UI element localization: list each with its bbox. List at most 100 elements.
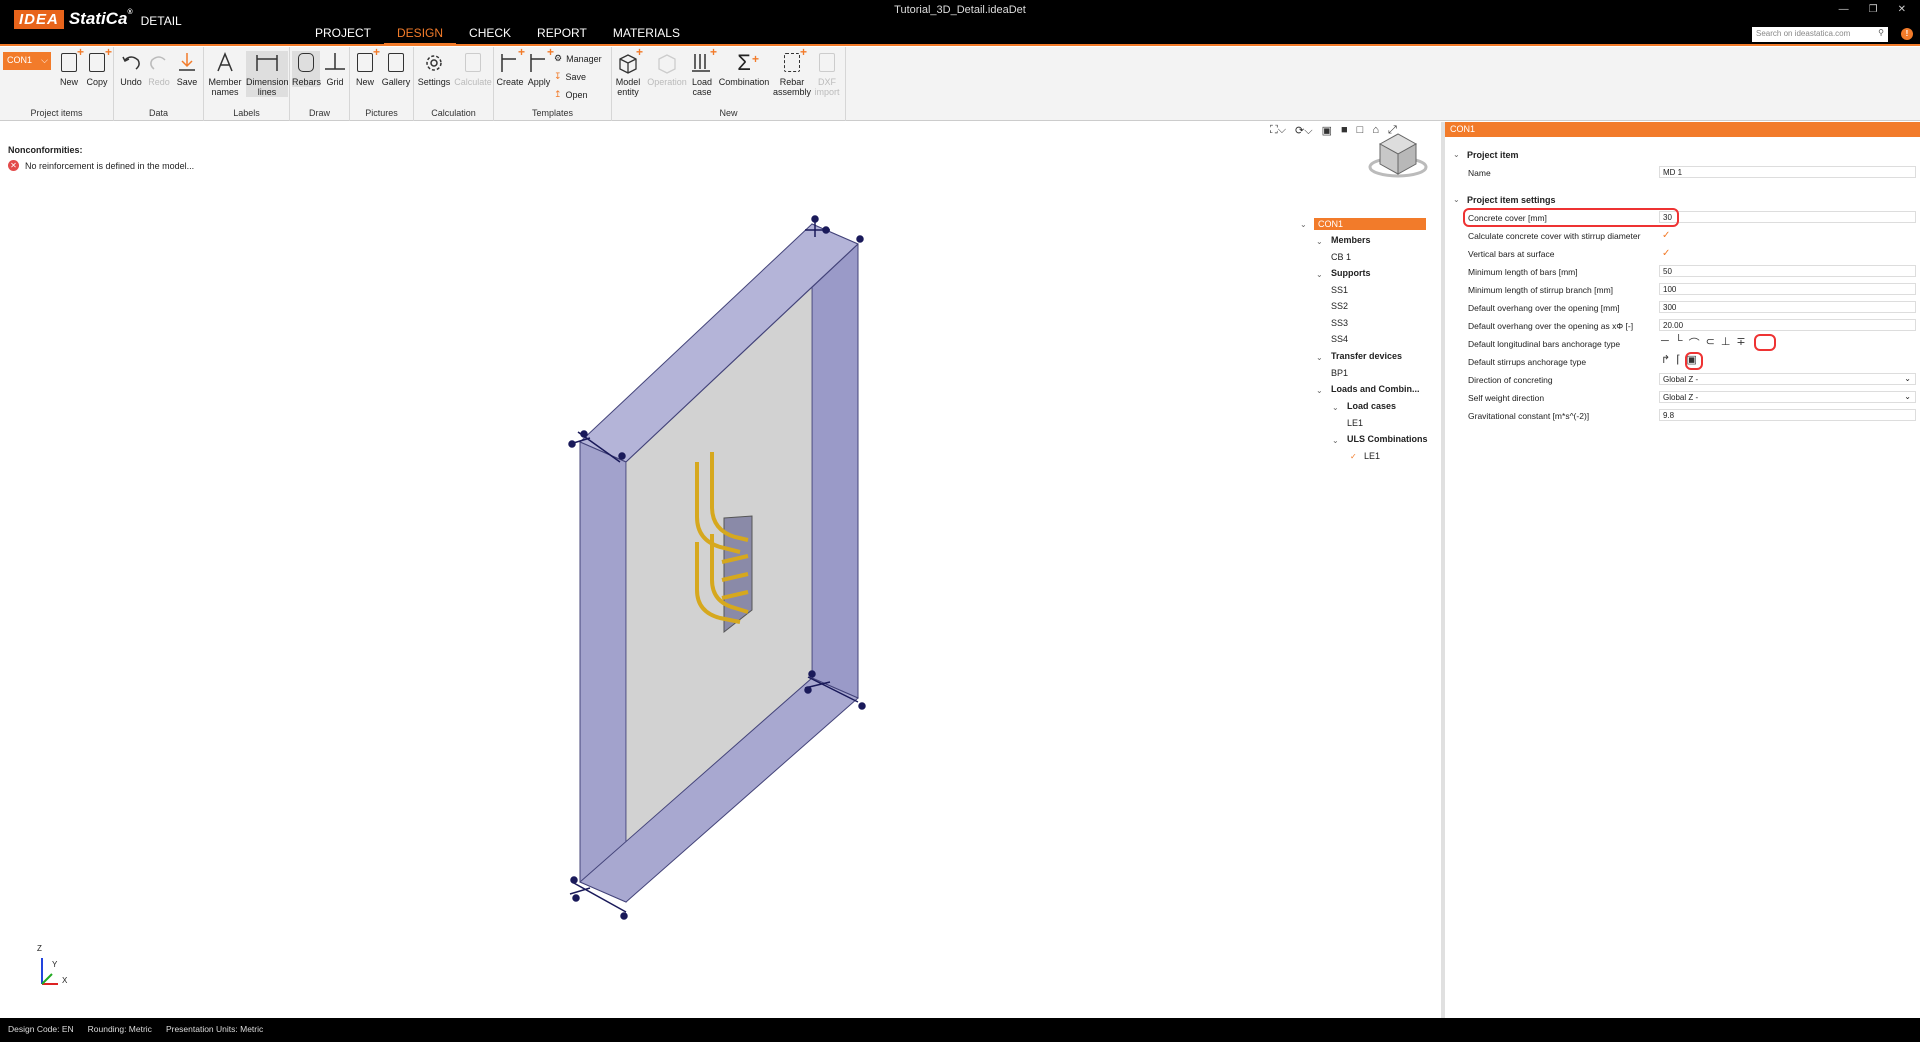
tab-report[interactable]: REPORT (524, 22, 600, 46)
3d-viewport[interactable]: Z Y X (0, 122, 1441, 1018)
load-case-button[interactable]: + Load case (688, 46, 717, 97)
operation-button[interactable]: Operation (646, 51, 688, 87)
tree-item-members[interactable]: Members (1331, 235, 1371, 245)
chevron-down-icon[interactable]: ⌄ (1316, 237, 1323, 246)
overhang-opening-field[interactable]: 300 (1659, 301, 1916, 313)
undo-button[interactable]: Undo (118, 51, 144, 87)
model-entity-button[interactable]: + Model entity (614, 46, 643, 97)
template-save-button[interactable]: ↧ Save (554, 71, 586, 82)
tree-item-ss1[interactable]: SS1 (1331, 285, 1348, 295)
tree-item-bp1[interactable]: BP1 (1331, 368, 1348, 378)
name-field[interactable]: MD 1 (1659, 166, 1916, 178)
rebars-button[interactable]: Rebars (292, 51, 321, 87)
direction-concreting-select[interactable]: Global Z - ⌄ (1659, 373, 1916, 385)
self-weight-select[interactable]: Global Z - ⌄ (1659, 391, 1916, 403)
chevron-down-icon[interactable]: ⌄ (1316, 386, 1323, 395)
picture-new-button[interactable]: + New (352, 46, 380, 87)
vertical-bars-checkbox[interactable]: ✓ (1659, 247, 1916, 259)
model-drawing[interactable] (0, 122, 1441, 1018)
tree-item-supports[interactable]: Supports (1331, 268, 1371, 278)
overhang-xphi-field[interactable]: 20.00 (1659, 319, 1916, 331)
min-length-bars-field[interactable]: 50 (1659, 265, 1916, 277)
chevron-down-icon[interactable]: ⌄ (1316, 353, 1323, 362)
tree-item-le1-uls[interactable]: LE1 (1364, 451, 1380, 461)
tree-item-load-cases[interactable]: Load cases (1347, 401, 1396, 411)
redo-button[interactable]: Redo (146, 51, 172, 87)
manager-icon: ⚙ (554, 53, 563, 63)
tab-check[interactable]: CHECK (456, 22, 524, 46)
tab-project[interactable]: PROJECT (302, 22, 384, 46)
tab-design[interactable]: DESIGN (384, 22, 457, 46)
section-project-item[interactable]: Project item (1467, 150, 1519, 160)
grid-button[interactable]: Grid (322, 51, 348, 87)
anchorage-bend-icon[interactable]: └ (1675, 335, 1683, 351)
search-icon[interactable]: ⚲ (1878, 28, 1884, 37)
status-rounding[interactable]: Rounding: Metric (88, 1024, 152, 1036)
settings-button[interactable]: Settings (416, 51, 452, 87)
tree-item-le1[interactable]: LE1 (1347, 418, 1363, 428)
transparent-icon[interactable]: □ (1357, 124, 1364, 138)
new-button[interactable]: + New (56, 46, 84, 87)
anchorage-plate-icon[interactable]: ⊥ (1721, 335, 1731, 351)
tree-item-ss2[interactable]: SS2 (1331, 301, 1348, 311)
gravitational-field[interactable]: 9.8 (1659, 409, 1916, 421)
dimension-lines-button[interactable]: Dimension lines (246, 51, 289, 97)
tree-item-ss3[interactable]: SS3 (1331, 318, 1348, 328)
copy-button[interactable]: + Copy (84, 46, 112, 87)
rebar-assembly-button[interactable]: + Rebar assembly (772, 46, 812, 97)
solid-icon[interactable]: ■ (1341, 124, 1348, 138)
wireframe-icon[interactable]: ▣ (1322, 124, 1332, 138)
stirrup-bend-icon[interactable]: ⌈ (1676, 353, 1680, 366)
nonconformity-item[interactable]: ✕ No reinforcement is defined in the mode… (8, 160, 194, 171)
restore-icon[interactable]: ❐ (1869, 4, 1878, 15)
chevron-down-icon[interactable]: ⌄ (1453, 150, 1460, 159)
anchorage-straight-icon[interactable]: ─ (1661, 335, 1669, 351)
longitudinal-anchorage-label: Default longitudinal bars anchorage type (1468, 339, 1621, 349)
minimize-icon[interactable]: — (1839, 4, 1849, 15)
anchorage-hook-icon[interactable]: ⌒ (1689, 335, 1700, 351)
chevron-down-icon[interactable]: ⌄ (1332, 403, 1339, 412)
tree-item-con1[interactable]: CON1 (1314, 218, 1426, 230)
create-template-button[interactable]: + Create (496, 46, 525, 87)
apply-template-button[interactable]: + Apply (526, 46, 554, 87)
crop-icon[interactable]: ⛶⌵ (1270, 124, 1286, 138)
stirrup-diameter-checkbox[interactable]: ✓ (1659, 229, 1916, 241)
dxf-import-label-2: import (814, 87, 840, 97)
home-view-icon[interactable]: ⌂ (1372, 124, 1379, 138)
chevron-down-icon[interactable]: ⌄ (1316, 270, 1323, 279)
calculate-button[interactable]: Calculate (454, 51, 492, 87)
fullscreen-icon[interactable]: ⤢ (1388, 124, 1397, 138)
stirrup-hook-icon[interactable]: ↱ (1661, 353, 1670, 366)
chevron-down-icon[interactable]: ⌄ (1453, 195, 1460, 204)
min-stirrup-branch-field[interactable]: 100 (1659, 283, 1916, 295)
tab-materials[interactable]: MATERIALS (600, 22, 693, 46)
info-icon[interactable]: ! (1901, 28, 1913, 40)
concrete-cover-field[interactable]: 30 (1659, 211, 1916, 223)
gallery-button[interactable]: Gallery (380, 51, 412, 87)
new-document-icon: + (57, 46, 84, 75)
anchorage-loop-icon[interactable]: ⊂ (1706, 335, 1715, 351)
tree-item-ss4[interactable]: SS4 (1331, 334, 1348, 344)
rotate-icon[interactable]: ⟳⌵ (1295, 124, 1313, 138)
member-names-button[interactable]: Member names (206, 51, 244, 97)
save-button[interactable]: Save (174, 51, 200, 87)
tree-item-uls-combinations[interactable]: ULS Combinations (1347, 434, 1428, 444)
anchorage-anchor-icon[interactable]: ∓ (1736, 335, 1745, 351)
tree-item-cb1[interactable]: CB 1 (1331, 252, 1351, 262)
template-manager-button[interactable]: ⚙ Manager (554, 53, 602, 64)
tree-item-loads[interactable]: Loads and Combin... (1331, 384, 1420, 394)
close-icon[interactable]: ✕ (1898, 4, 1906, 15)
picture-new-label: New (355, 77, 374, 87)
direction-concreting-value: Global Z - (1663, 375, 1699, 384)
chevron-down-icon[interactable]: ⌄ (1300, 220, 1307, 229)
project-item-select[interactable]: CON1 ⌵ (3, 52, 51, 70)
search-input[interactable]: Search on ideastatica.com ⚲ (1752, 27, 1888, 42)
status-units[interactable]: Presentation Units: Metric (166, 1024, 263, 1036)
tree-item-transfer-devices[interactable]: Transfer devices (1331, 351, 1402, 361)
combination-button[interactable]: Σ + Combination (716, 51, 772, 88)
section-project-item-settings[interactable]: Project item settings (1467, 195, 1556, 205)
chevron-down-icon[interactable]: ⌄ (1332, 436, 1339, 445)
status-design-code[interactable]: Design Code: EN (8, 1024, 74, 1036)
template-open-button[interactable]: ↥ Open (554, 89, 588, 100)
dxf-import-button[interactable]: DXF import (812, 51, 842, 97)
